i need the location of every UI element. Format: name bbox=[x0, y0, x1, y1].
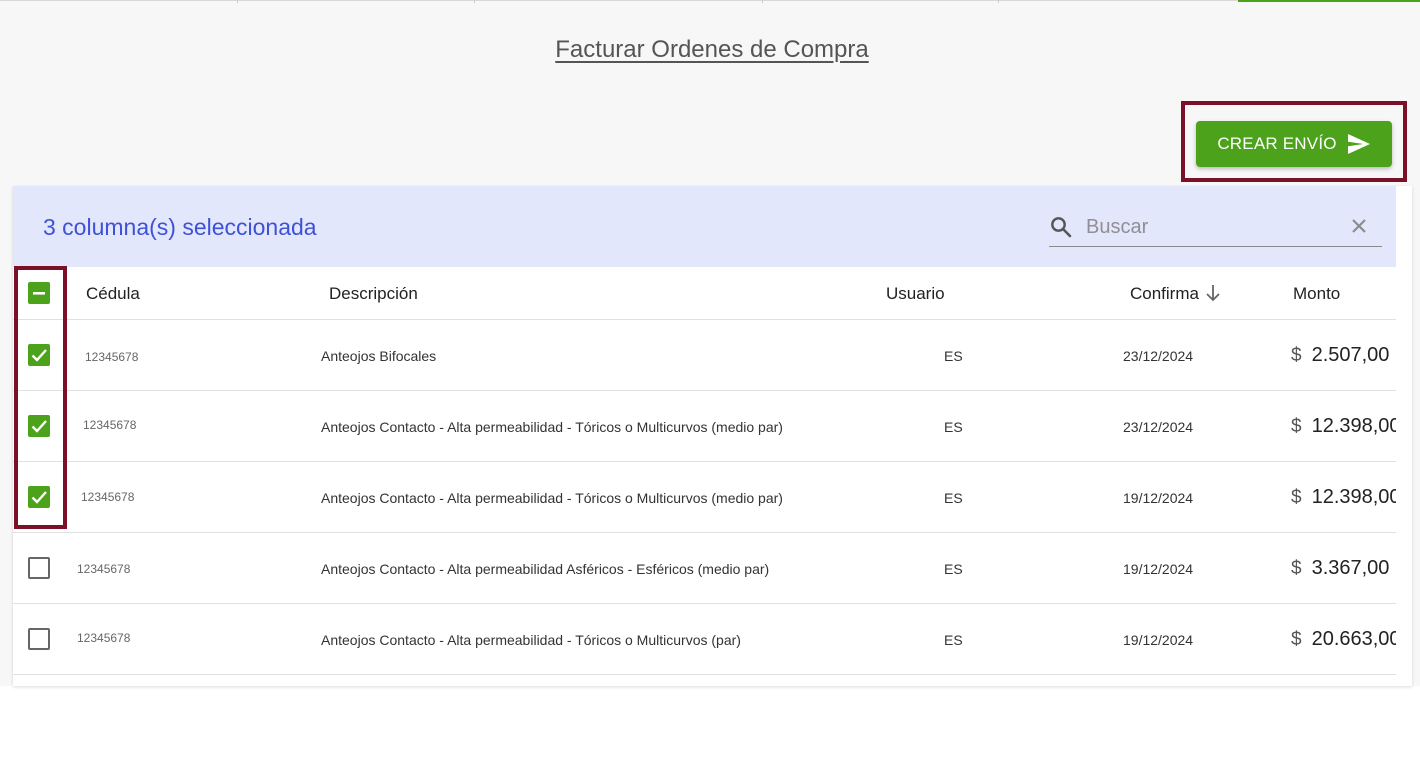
cell-cedula: 12345678 bbox=[77, 631, 131, 645]
cell-monto: $2.507,00 bbox=[1291, 344, 1389, 367]
currency-symbol: $ bbox=[1291, 416, 1302, 437]
cell-usuario: ES bbox=[944, 490, 963, 506]
orders-table: 3 columna(s) seleccionada Cédula Descrip… bbox=[13, 186, 1412, 686]
amount-value: 3.367,00 bbox=[1311, 557, 1390, 579]
cell-confirma: 19/12/2024 bbox=[1123, 490, 1194, 506]
create-shipment-label: CREAR ENVÍO bbox=[1217, 134, 1337, 153]
cell-usuario: ES bbox=[944, 632, 963, 648]
cell-descripcion: Anteojos Contacto - Alta permeabilidad A… bbox=[321, 561, 770, 577]
amount-value: 12.398,00 bbox=[1311, 415, 1401, 437]
column-header-monto[interactable]: Monto bbox=[1293, 284, 1340, 304]
row-checkbox[interactable] bbox=[28, 628, 50, 650]
table-row[interactable]: 12345678 Anteojos Contacto - Alta permeab… bbox=[13, 462, 1412, 533]
currency-symbol: $ bbox=[1291, 629, 1302, 650]
cell-confirma: 23/12/2024 bbox=[1123, 419, 1194, 435]
send-icon bbox=[1347, 134, 1370, 154]
cell-monto: $20.663,00 bbox=[1291, 628, 1401, 651]
tab-divider bbox=[237, 0, 238, 3]
cell-usuario: ES bbox=[944, 561, 963, 577]
amount-value: 20.663,00 bbox=[1311, 628, 1401, 650]
cell-usuario: ES bbox=[944, 348, 963, 364]
tab-divider bbox=[474, 0, 475, 3]
create-shipment-button[interactable]: CREAR ENVÍO bbox=[1196, 121, 1392, 167]
cell-descripcion: Anteojos Bifocales bbox=[321, 348, 437, 364]
column-header-cedula[interactable]: Cédula bbox=[86, 284, 140, 304]
active-tab-indicator bbox=[1238, 0, 1420, 2]
cell-cedula: 12345678 bbox=[77, 562, 131, 576]
column-header-confirma[interactable]: Confirma bbox=[1130, 284, 1221, 304]
selected-count-text: 3 columna(s) seleccionada bbox=[43, 214, 317, 240]
table-row[interactable]: 12345678 Anteojos Contacto - Alta permeab… bbox=[13, 391, 1412, 462]
arrow-down-icon[interactable] bbox=[1205, 284, 1221, 302]
cell-monto: $12.398,00 bbox=[1291, 486, 1401, 509]
cell-cedula: 12345678 bbox=[83, 418, 137, 432]
currency-symbol: $ bbox=[1291, 345, 1302, 366]
page-title: Facturar Ordenes de Compra bbox=[555, 36, 869, 63]
clear-search-icon[interactable] bbox=[1350, 217, 1368, 235]
column-header-confirma-label: Confirma bbox=[1130, 284, 1199, 303]
amount-value: 12.398,00 bbox=[1311, 486, 1401, 508]
table-toolbar: 3 columna(s) seleccionada bbox=[13, 186, 1412, 267]
currency-symbol: $ bbox=[1291, 558, 1302, 579]
cell-confirma: 19/12/2024 bbox=[1123, 632, 1194, 648]
currency-symbol: $ bbox=[1291, 487, 1302, 508]
table-row[interactable]: 12345678 Anteojos Contacto - Alta permeab… bbox=[13, 533, 1412, 604]
tab-divider bbox=[998, 0, 999, 3]
search-box bbox=[1049, 209, 1382, 247]
search-icon bbox=[1051, 217, 1072, 238]
column-header-usuario[interactable]: Usuario bbox=[886, 284, 945, 304]
search-input[interactable] bbox=[1084, 212, 1343, 242]
row-checkbox[interactable] bbox=[28, 557, 50, 579]
table-row[interactable]: 12345678 Anteojos Contacto - Alta permeab… bbox=[13, 604, 1412, 675]
top-tab-bar bbox=[0, 0, 1420, 1]
cell-confirma: 19/12/2024 bbox=[1123, 561, 1194, 577]
cell-monto: $12.398,00 bbox=[1291, 415, 1401, 438]
table-right-edge bbox=[1396, 186, 1412, 686]
table-row[interactable]: 12345678 Anteojos Bifocales ES 23/12/2024 $2… bbox=[13, 320, 1412, 391]
cell-descripcion: Anteojos Contacto - Alta permeabilidad -… bbox=[321, 490, 783, 506]
column-header-descripcion[interactable]: Descripción bbox=[329, 284, 418, 304]
cell-cedula: 12345678 bbox=[81, 490, 135, 504]
tab-divider bbox=[762, 0, 763, 3]
cell-cedula: 12345678 bbox=[85, 350, 139, 364]
cell-confirma: 23/12/2024 bbox=[1123, 348, 1194, 364]
cell-monto: $3.367,00 bbox=[1291, 557, 1389, 580]
checkbox-column-highlight bbox=[14, 266, 67, 529]
cell-usuario: ES bbox=[944, 419, 963, 435]
amount-value: 2.507,00 bbox=[1311, 344, 1390, 366]
cell-descripcion: Anteojos Contacto - Alta permeabilidad -… bbox=[321, 419, 783, 435]
table-header-row: Cédula Descripción Usuario Confirma Mont… bbox=[13, 267, 1412, 320]
cell-descripcion: Anteojos Contacto - Alta permeabilidad -… bbox=[321, 632, 741, 648]
